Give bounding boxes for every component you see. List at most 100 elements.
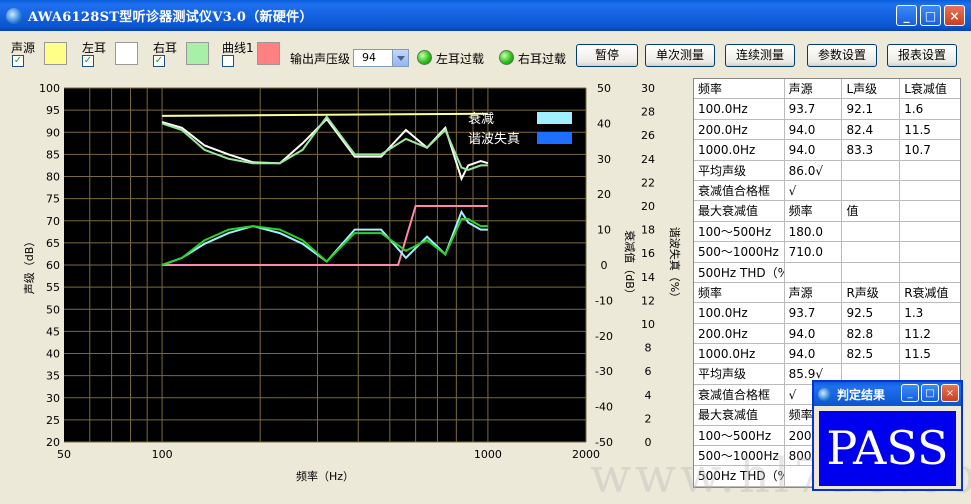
y-tick-mid: -20 [595, 330, 613, 343]
table-cell: 最大衰减值 [694, 405, 785, 425]
table-cell: 93.7 [785, 99, 843, 119]
table-row: 100.0Hz 93.7 92.5 1.3 [694, 303, 960, 324]
table-row: 平均声级 86.0√ [694, 160, 960, 181]
table-cell: 1.3 [904, 306, 924, 321]
table-cell [900, 181, 960, 200]
table-cell: 82.8 [842, 323, 901, 344]
curve1-checkbox[interactable] [222, 55, 234, 67]
minimize-button[interactable]: _ [896, 5, 917, 26]
y-tick-left: 70 [46, 215, 60, 228]
report-settings-button[interactable]: 报表设置 [887, 44, 957, 67]
legend-swatch [537, 112, 572, 124]
y-tick-mid: 20 [597, 188, 611, 201]
table-row: 500～1000Hz 710.0 [694, 242, 960, 263]
y-tick-right: 10 [641, 318, 655, 331]
table-cell: 值 [842, 201, 901, 221]
y-tick-left: 60 [46, 259, 60, 272]
window-title: AWA6128ST型听诊器测试仪V3.0（新硬件） [28, 10, 313, 25]
result-dialog: 判定结果 _ □ × PASS [812, 380, 963, 491]
table-cell: 93.7 [785, 303, 843, 323]
y-tick-mid: 40 [597, 117, 611, 130]
left-ear-color-swatch[interactable] [115, 42, 138, 65]
x-axis-label: 频率（Hz） [296, 469, 354, 483]
y-axis-mid-label: 衰减值（dB） [623, 230, 637, 300]
table-cell: 82.4 [842, 119, 901, 140]
table-cell: 500～1000Hz [694, 446, 785, 466]
table-cell: 10.7 [904, 143, 931, 158]
dialog-controls: _ □ × [901, 384, 959, 402]
table-cell: 200.0Hz [694, 119, 785, 140]
table-cell: 衰减值合格框 [694, 180, 785, 201]
right-ear-color-swatch[interactable] [186, 42, 209, 65]
single-measure-button[interactable]: 单次测量 [645, 44, 715, 67]
y-tick-right: 16 [641, 247, 655, 260]
table-cell: 82.5 [842, 344, 901, 364]
y-tick-mid: -10 [595, 294, 613, 307]
y-tick-left: 95 [46, 104, 60, 117]
pass-result: PASS [819, 411, 956, 486]
window-controls: _ □ × [896, 5, 965, 26]
table-cell: 92.1 [842, 99, 901, 119]
output-level-select[interactable]: 94 [353, 49, 409, 67]
left-ear-label: 左耳 [82, 41, 107, 55]
table-row: 100～500Hz 180.0 [694, 221, 960, 243]
table-cell [900, 242, 960, 261]
y-tick-right: 28 [641, 106, 655, 119]
continuous-measure-button[interactable]: 连续测量 [725, 44, 795, 67]
table-cell [785, 262, 843, 282]
table-cell: 声源 [785, 282, 843, 303]
table-cell: 平均声级 [694, 160, 785, 180]
maximize-button[interactable]: □ [920, 5, 941, 26]
chevron-down-icon[interactable] [392, 50, 408, 66]
right-overload-led-icon [499, 50, 514, 65]
table-cell: 86.0√ [785, 160, 843, 180]
table-row: 1000.0Hz 94.0 82.5 11.5 [694, 344, 960, 365]
legend-label: 谐波失真 [468, 132, 520, 147]
pause-button[interactable]: 暂停 [576, 44, 638, 67]
source-color-swatch[interactable] [44, 42, 67, 65]
y-tick-right: 22 [641, 176, 655, 189]
y-tick-right: 18 [641, 224, 655, 237]
y-tick-right: 2 [645, 412, 652, 425]
y-tick-right: 14 [641, 271, 655, 284]
table-cell [842, 180, 901, 201]
table-cell: √ [785, 180, 843, 201]
dialog-close-button[interactable]: × [941, 384, 959, 402]
table-cell: 100.0Hz [694, 99, 785, 119]
dialog-minimize-button[interactable]: _ [901, 384, 919, 402]
table-cell: 94.0 [785, 344, 843, 364]
curve1-label: 曲线1 [222, 41, 254, 55]
output-level-value: 94 [362, 51, 376, 64]
x-tick: 50 [57, 448, 71, 461]
left-overload-led-icon [417, 50, 432, 65]
chart-panel: 20 25 30 35 40 45 50 55 60 65 70 75 80 85 90 95 100 -50 -4… [7, 78, 688, 488]
source-label: 声源 [11, 41, 36, 55]
dialog-title-bar: 判定结果 _ □ × [814, 382, 961, 406]
table-row: 衰减值合格框 √ [694, 180, 960, 202]
table-cell [842, 221, 901, 242]
parameter-settings-button[interactable]: 参数设置 [807, 44, 877, 67]
x-tick: 2000 [572, 448, 600, 461]
legend-label: 衰减 [468, 111, 494, 127]
left-ear-checkbox[interactable]: ✓ [82, 55, 94, 67]
right-ear-checkbox[interactable]: ✓ [153, 55, 165, 67]
y-tick-right: 4 [645, 389, 652, 402]
table-cell: 100.0Hz [694, 303, 785, 323]
table-cell: R衰减值 [904, 285, 949, 300]
table-cell: 94.0 [785, 119, 843, 140]
table-cell: L声级 [842, 79, 901, 99]
curve1-color-swatch[interactable] [257, 42, 280, 65]
source-checkbox[interactable]: ✓ [12, 55, 24, 67]
table-cell: 平均声级 [694, 364, 785, 384]
close-button[interactable]: × [944, 5, 965, 26]
table-cell: 频率 [694, 282, 785, 303]
table-cell: 92.5 [842, 303, 901, 323]
dialog-app-icon [818, 387, 831, 401]
y-tick-left: 35 [46, 370, 60, 383]
dialog-maximize-button[interactable]: □ [921, 384, 939, 402]
table-cell: 94.0 [785, 140, 843, 160]
table-row: 200.0Hz 94.0 82.8 11.2 [694, 323, 960, 345]
table-cell [842, 242, 901, 262]
y-tick-right: 12 [641, 294, 655, 307]
y-axis-right-label: 谐波失真（%） [668, 227, 682, 303]
